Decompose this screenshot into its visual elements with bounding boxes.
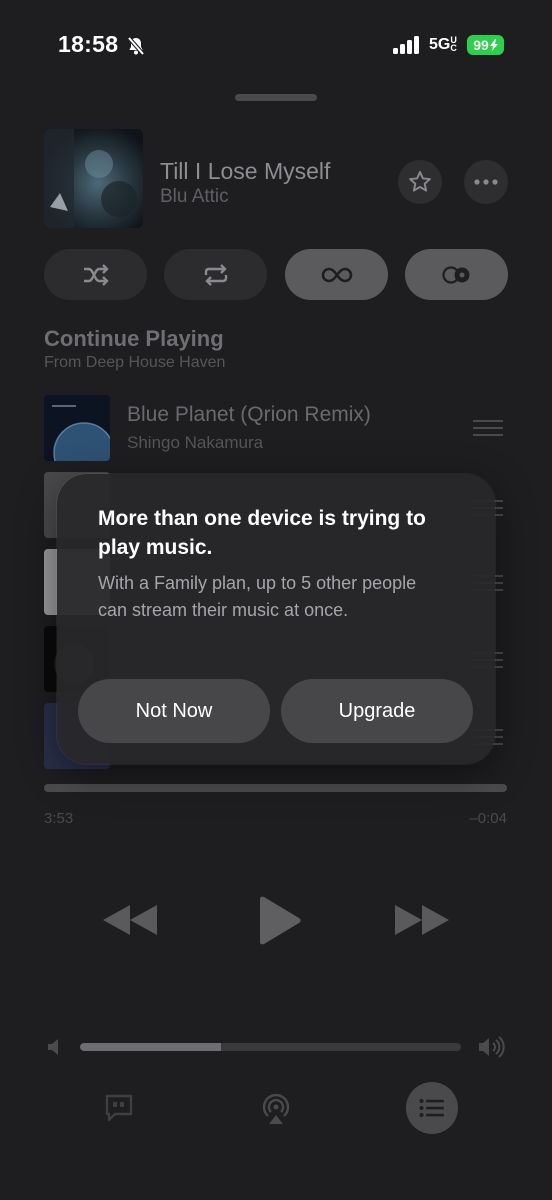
charging-bolt-icon [489,39,498,51]
shuffle-icon [83,263,109,286]
next-track-icon[interactable] [393,903,451,937]
upgrade-button[interactable]: Upgrade [281,679,473,743]
playback-scrubber[interactable] [44,784,507,792]
device-limit-alert: More than one device is trying to play m… [57,474,495,764]
section-title: Continue Playing [44,326,224,351]
airplay-icon[interactable] [258,1090,294,1126]
queue-item-artist: Shingo Nakamura [127,433,264,452]
section-subtitle: From Deep House Haven [44,354,226,371]
lyrics-icon[interactable] [103,1092,135,1124]
elapsed-time: 3:53 [44,810,74,827]
remaining-time: –0:04 [469,810,507,827]
ellipsis-icon [474,179,498,185]
cellular-signal-icon [393,36,419,54]
toggle-icon [441,265,469,284]
more-options-button[interactable] [464,160,508,204]
crossfade-button[interactable] [405,249,508,300]
queue-button[interactable] [406,1082,458,1134]
network-type: 5GUC [429,35,457,54]
previous-track-icon[interactable] [101,903,159,937]
queue-item-art [44,395,110,461]
shuffle-button[interactable] [44,249,147,300]
play-icon[interactable] [256,896,302,946]
queue-item-title: Blue Planet (Qrion Remix) [127,403,371,426]
track-title: Till I Lose Myself [160,158,331,184]
volume-level [80,1043,221,1051]
star-icon [409,171,431,192]
alert-message: With a Family plan, up to 5 other people… [98,573,417,620]
favorite-button[interactable] [398,160,442,204]
alert-title: More than one device is trying to play m… [98,507,426,559]
track-artist[interactable]: Blu Attic [160,186,229,208]
repeat-icon [204,263,227,286]
status-time: 18:58 [58,31,119,57]
infinity-icon [321,267,352,282]
album-art [44,129,143,228]
silent-bell-icon [127,36,145,56]
battery-indicator: 99 [467,35,504,55]
queue-icon [419,1099,444,1117]
volume-slider[interactable] [80,1043,461,1051]
drag-handle-icon[interactable] [473,420,503,441]
not-now-button[interactable]: Not Now [78,679,270,743]
sheet-grabber[interactable] [235,94,317,101]
volume-low-icon [48,1039,58,1055]
volume-high-icon [479,1036,505,1058]
autoplay-button[interactable] [285,249,388,300]
repeat-button[interactable] [164,249,267,300]
